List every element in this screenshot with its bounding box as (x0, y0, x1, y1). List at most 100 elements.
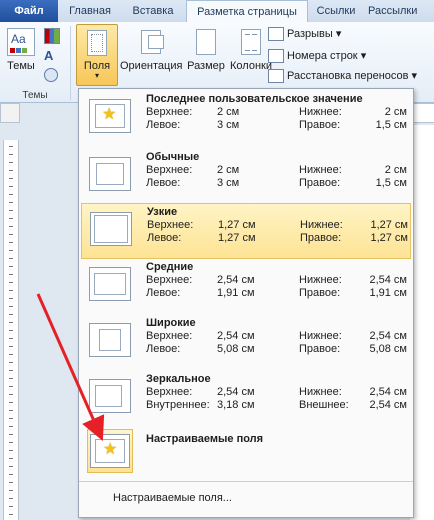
tab-file[interactable]: Файл (0, 0, 58, 22)
margin-right-label: Внешнее: (299, 399, 349, 411)
margin-option-name: Широкие (146, 317, 196, 329)
margin-top-value: 2,54 см (217, 330, 255, 342)
margin-bottom-label: Нижнее: (299, 274, 342, 286)
tab-selector[interactable] (0, 103, 20, 123)
tab-page-layout[interactable]: Разметка страницы (186, 0, 308, 24)
orientation-button[interactable]: Ориентация (120, 24, 182, 72)
margin-left-value: 1,91 см (217, 287, 255, 299)
tab-home[interactable]: Главная (62, 0, 118, 22)
margin-option[interactable]: ★ Последнее пользовательское значение Верх… (81, 91, 411, 147)
margin-left-value: 1,27 см (218, 232, 256, 244)
margin-left-label: Левое: (146, 287, 181, 299)
orientation-label: Ориентация (120, 60, 183, 72)
margin-bottom-value: 2 см (384, 106, 407, 118)
margins-icon (87, 30, 107, 56)
margin-option-name: Обычные (146, 151, 200, 163)
margin-right-value: 1,5 см (375, 119, 407, 131)
margin-right-value: 2,54 см (369, 399, 407, 411)
ruler-tick (9, 434, 13, 435)
themes-button[interactable]: Aa Темы (4, 24, 38, 72)
ruler-tick (9, 498, 13, 499)
ruler-tick (9, 322, 13, 323)
theme-fonts-icon[interactable]: A (44, 48, 53, 63)
ruler-tick (9, 466, 13, 467)
margin-option[interactable]: Средние Верхнее: 2,54 см Нижнее: 2,54 см Лево… (81, 259, 411, 315)
margin-bottom-value: 2,54 см (369, 274, 407, 286)
size-icon (196, 29, 216, 55)
margin-top-value: 2,54 см (217, 274, 255, 286)
margin-bottom-value: 2 см (384, 164, 407, 176)
margin-right-value: 1,27 см (370, 232, 408, 244)
margin-right-value: 5,08 см (369, 343, 407, 355)
margin-top-value: 1,27 см (218, 219, 256, 231)
margin-option[interactable]: Узкие Верхнее: 1,27 см Нижнее: 1,27 см Левое:… (81, 203, 411, 259)
margin-left-value: 3 см (217, 119, 240, 131)
margin-left-value: 5,08 см (217, 343, 255, 355)
margin-left-label: Левое: (146, 177, 181, 189)
ruler-tick (9, 170, 13, 171)
margin-option[interactable]: Зеркальное Верхнее: 2,54 см Нижнее: 2,54 см В… (81, 371, 411, 427)
ruler-tick (9, 378, 13, 379)
ruler-tick (9, 250, 13, 251)
ruler-tick (9, 346, 13, 347)
breaks-icon (268, 27, 284, 42)
margin-right-label: Правое: (299, 119, 341, 131)
ruler-tick (9, 306, 13, 307)
margin-top-label: Верхнее: (146, 106, 193, 118)
ruler-tick (9, 186, 13, 187)
menu-divider (79, 481, 413, 482)
margin-top-label: Верхнее: (146, 330, 193, 342)
margin-right-label: Правое: (300, 232, 342, 244)
ruler-tick (9, 218, 13, 219)
ruler-tick (9, 474, 13, 475)
ruler-tick (9, 490, 13, 491)
ruler-tick (9, 178, 13, 179)
theme-effects-icon[interactable] (44, 68, 58, 82)
margin-thumbnail (89, 157, 131, 191)
size-button[interactable]: Размер (186, 24, 226, 72)
custom-margins-link[interactable]: Настраиваемые поля... (113, 492, 232, 504)
margin-bottom-label: Нижнее: (299, 386, 342, 398)
margin-option[interactable]: Обычные Верхнее: 2 см Нижнее: 2 см Левое: 3 см… (81, 149, 411, 205)
margin-option-name: Узкие (147, 206, 178, 218)
margin-bottom-label: Нижнее: (299, 106, 342, 118)
ruler-tick (9, 154, 13, 155)
ruler-tick (9, 338, 13, 339)
margin-right-label: Правое: (299, 177, 341, 189)
ruler-tick (9, 370, 13, 371)
ruler-tick (9, 394, 13, 395)
margin-top-value: 2 см (217, 164, 240, 176)
margin-left-label: Левое: (146, 119, 181, 131)
custom-margins-gallery-item[interactable]: ★ (87, 429, 133, 473)
ruler-tick (9, 458, 13, 459)
vertical-ruler[interactable] (3, 140, 19, 520)
ribbon-tab-bar: Файл Главная Вставка Разметка страницы С… (0, 0, 434, 24)
margins-button[interactable]: Поля ▾ (76, 24, 118, 86)
breaks-button[interactable]: Разрывы ▾ (268, 24, 341, 44)
margin-bottom-value: 1,27 см (370, 219, 408, 231)
margin-right-label: Правое: (299, 343, 341, 355)
line-numbers-button[interactable]: Номера строк ▾ (268, 46, 366, 66)
themes-group-label: Темы (22, 90, 48, 101)
star-icon: ★ (102, 106, 117, 123)
ruler-tick (9, 258, 13, 259)
margin-left-label: Левое: (146, 343, 181, 355)
tab-insert[interactable]: Вставка (122, 0, 184, 22)
tab-mailings[interactable]: Рассылки (368, 0, 434, 22)
tab-references[interactable]: Ссылки (310, 0, 362, 22)
hyphenation-button[interactable]: Расстановка переносов ▾ (268, 66, 417, 86)
ruler-tick (9, 194, 13, 195)
margin-right-label: Правое: (299, 287, 341, 299)
line-numbers-label: Номера строк (287, 50, 358, 62)
margin-right-value: 1,91 см (369, 287, 407, 299)
hyphenation-icon (268, 69, 284, 84)
margin-option-name: Зеркальное (146, 373, 211, 385)
margin-top-label: Верхнее: (146, 164, 193, 176)
ruler-tick (9, 282, 13, 283)
theme-colors-icon[interactable] (44, 28, 60, 44)
margin-option[interactable]: Широкие Верхнее: 2,54 см Нижнее: 2,54 см Лево… (81, 315, 411, 371)
ruler-tick (9, 146, 13, 147)
chevron-down-icon: ▾ (94, 71, 99, 80)
themes-label: Темы (7, 60, 35, 72)
line-numbers-icon (268, 49, 284, 64)
